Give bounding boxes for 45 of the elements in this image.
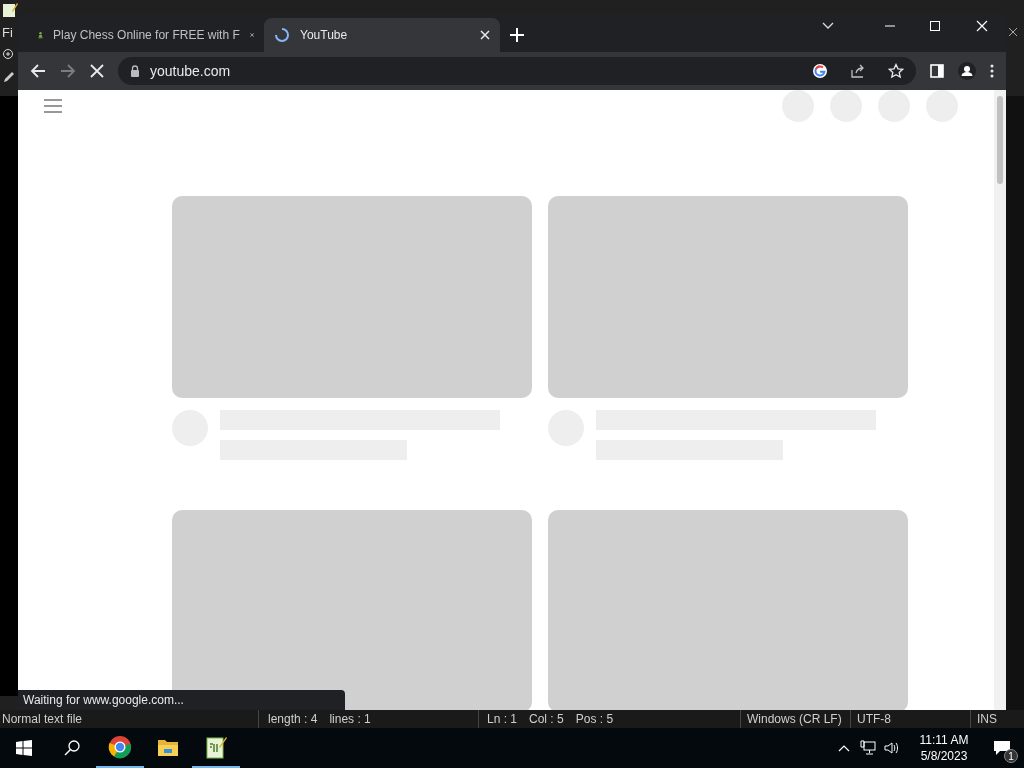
- more-icon[interactable]: [990, 64, 994, 78]
- menu-icon[interactable]: [44, 99, 62, 113]
- notepad-icon: [205, 735, 227, 759]
- tab-title: Play Chess Online for FREE with F: [53, 27, 240, 44]
- status-text: length : 4: [268, 711, 318, 728]
- chevron-down-icon[interactable]: [822, 22, 834, 30]
- side-panel-icon[interactable]: [930, 64, 944, 78]
- address-bar[interactable]: youtube.com: [118, 57, 916, 85]
- url-text: youtube.com: [150, 61, 232, 81]
- status-text: Pos : 5: [575, 711, 614, 728]
- notification-count: 1: [1004, 749, 1018, 763]
- status-text: Normal text file: [1, 711, 84, 728]
- clock-time[interactable]: 11:11 AM: [919, 732, 969, 748]
- share-icon[interactable]: [850, 63, 866, 79]
- status-text: Ln : 1: [487, 711, 518, 728]
- stop-icon[interactable]: [90, 64, 104, 78]
- maximize-icon[interactable]: [930, 21, 940, 31]
- volume-icon[interactable]: [884, 740, 900, 756]
- profile-icon[interactable]: [958, 62, 976, 80]
- chrome-icon: [108, 735, 132, 759]
- zoom-icon: [2, 48, 16, 62]
- clock-date[interactable]: 5/8/2023: [920, 748, 968, 764]
- status-text: Col : 5: [529, 711, 564, 728]
- chevron-up-icon[interactable]: [838, 744, 850, 752]
- notepad-icon: [2, 2, 18, 18]
- back-icon[interactable]: [30, 63, 46, 79]
- windows-icon: [16, 740, 32, 756]
- close-icon[interactable]: [1008, 27, 1018, 37]
- lock-icon: [130, 65, 140, 77]
- menu-item[interactable]: Fi: [2, 26, 18, 40]
- google-icon[interactable]: [812, 63, 828, 79]
- message-icon: [993, 740, 1011, 756]
- status-text: lines : 1: [329, 711, 371, 728]
- status-bubble: Waiting for www.google.com...: [18, 690, 345, 710]
- forward-icon[interactable]: [60, 63, 76, 79]
- star-icon[interactable]: [888, 63, 904, 79]
- browser-tab[interactable]: Play Chess Online for FREE with F: [28, 18, 264, 52]
- browser-tab[interactable]: YouTube: [264, 18, 500, 52]
- plus-icon[interactable]: [510, 28, 524, 42]
- pencil-icon: [2, 70, 16, 84]
- folder-icon: [157, 737, 179, 757]
- network-icon[interactable]: [860, 740, 876, 756]
- notification-button[interactable]: 1: [980, 728, 1024, 768]
- tab-title: YouTube: [300, 27, 349, 44]
- search-icon: [64, 740, 80, 756]
